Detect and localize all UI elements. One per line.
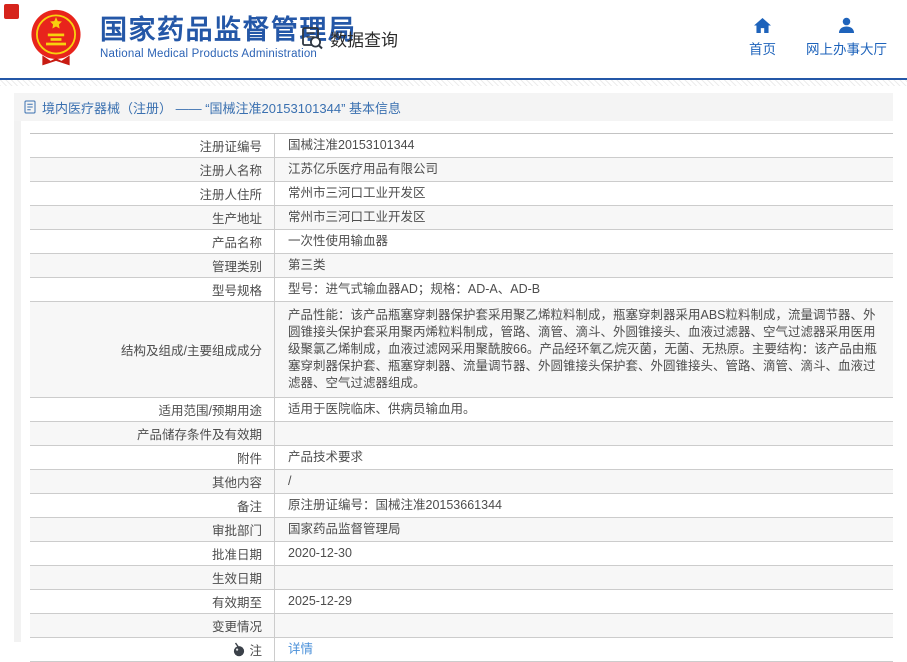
row-value: 江苏亿乐医疗用品有限公司 [288, 162, 439, 176]
row-label: 产品储存条件及有效期 [30, 422, 275, 445]
table-row: 产品名称 一次性使用输血器 [30, 230, 893, 254]
row-label: 附件 [30, 446, 275, 469]
row-label: 其他内容 [30, 470, 275, 493]
user-icon [837, 17, 856, 34]
table-row: 变更情况 [30, 614, 893, 638]
row-value [275, 422, 893, 445]
row-label: 注册人名称 [30, 158, 275, 181]
table-row: 附件 产品技术要求 [30, 446, 893, 470]
corner-badge-icon [4, 4, 19, 19]
site-header: 国家药品监督管理局 National Medical Products Admi… [0, 0, 907, 80]
table-row: 注册人名称 江苏亿乐医疗用品有限公司 [30, 158, 893, 182]
row-label: 结构及组成/主要组成成分 [30, 302, 275, 397]
table-row: 适用范围/预期用途 适用于医院临床、供病员输血用。 [30, 398, 893, 422]
row-value: 第三类 [288, 258, 326, 272]
row-label: 管理类别 [30, 254, 275, 277]
data-query-title: 数据查询 [330, 30, 398, 50]
row-label-text: 注 [249, 644, 262, 658]
table-row: 审批部门 国家药品监督管理局 [30, 518, 893, 542]
row-value: 一次性使用输血器 [288, 234, 389, 248]
header-nav: 首页 网上办事大厅 [749, 17, 887, 58]
row-value: / [288, 474, 292, 488]
row-value: 产品技术要求 [288, 450, 364, 464]
registration-detail-table: 注册证编号 国械注准20153101344 注册人名称 江苏亿乐医疗用品有限公司… [30, 133, 893, 662]
row-label: 有效期至 [30, 590, 275, 613]
row-label: 批准日期 [30, 542, 275, 565]
row-label: 备注 [30, 494, 275, 517]
nav-service-hall[interactable]: 网上办事大厅 [806, 17, 887, 58]
table-row: 生效日期 [30, 566, 893, 590]
table-row: 生产地址 常州市三河口工业开发区 [30, 206, 893, 230]
nav-service-hall-label: 网上办事大厅 [806, 42, 887, 57]
table-row: 结构及组成/主要组成成分 产品性能：该产品瓶塞穿刺器保护套采用聚乙烯粒料制成，瓶… [30, 302, 893, 398]
row-label: 生产地址 [30, 206, 275, 229]
data-query-section: 数据查询 [299, 25, 398, 51]
row-label: 注 [30, 638, 275, 661]
row-value: 2025-12-29 [288, 594, 352, 608]
table-row: 管理类别 第三类 [30, 254, 893, 278]
row-value: 原注册证编号：国械注准20153661344 [288, 498, 502, 512]
row-value: 产品性能：该产品瓶塞穿刺器保护套采用聚乙烯粒料制成，瓶塞穿刺器采用ABS粒料制成… [288, 308, 877, 390]
row-label: 产品名称 [30, 230, 275, 253]
row-value: 型号：进气式输血器AD；规格：AD-A、AD-B [288, 282, 541, 296]
row-label: 变更情况 [30, 614, 275, 637]
details-link[interactable]: 详情 [288, 641, 313, 658]
row-label: 注册证编号 [30, 134, 275, 157]
row-label: 型号规格 [30, 278, 275, 301]
row-value: 详情 [275, 638, 893, 661]
header-shadow [0, 80, 907, 86]
table-row: 批准日期 2020-12-30 [30, 542, 893, 566]
table-row: 产品储存条件及有效期 [30, 422, 893, 446]
nav-home[interactable]: 首页 [749, 17, 776, 58]
left-gutter [14, 121, 21, 642]
nav-home-label: 首页 [749, 42, 776, 57]
row-value: 常州市三河口工业开发区 [288, 186, 426, 200]
table-row: 有效期至 2025-12-29 [30, 590, 893, 614]
row-value: 国家药品监督管理局 [288, 522, 401, 536]
row-label: 生效日期 [30, 566, 275, 589]
home-icon [753, 17, 772, 34]
table-row: 注册证编号 国械注准20153101344 [30, 134, 893, 158]
row-value [275, 566, 893, 589]
row-label: 注册人住所 [30, 182, 275, 205]
document-icon [24, 100, 36, 114]
row-value: 适用于医院临床、供病员输血用。 [288, 402, 476, 416]
note-icon [232, 642, 245, 657]
national-emblem-icon [31, 9, 81, 66]
row-label: 适用范围/预期用途 [30, 398, 275, 421]
row-value: 2020-12-30 [288, 546, 352, 560]
data-query-icon [299, 25, 325, 51]
row-value: 常州市三河口工业开发区 [288, 210, 426, 224]
breadcrumb: 境内医疗器械（注册） —— “国械注准20153101344” 基本信息 [14, 93, 893, 121]
breadcrumb-text: 境内医疗器械（注册） —— “国械注准20153101344” 基本信息 [42, 100, 402, 116]
table-row: 型号规格 型号：进气式输血器AD；规格：AD-A、AD-B [30, 278, 893, 302]
table-row: 注册人住所 常州市三河口工业开发区 [30, 182, 893, 206]
row-value [275, 614, 893, 637]
table-row: 备注 原注册证编号：国械注准20153661344 [30, 494, 893, 518]
row-label: 审批部门 [30, 518, 275, 541]
table-row: 其他内容 / [30, 470, 893, 494]
row-value: 国械注准20153101344 [288, 138, 415, 152]
